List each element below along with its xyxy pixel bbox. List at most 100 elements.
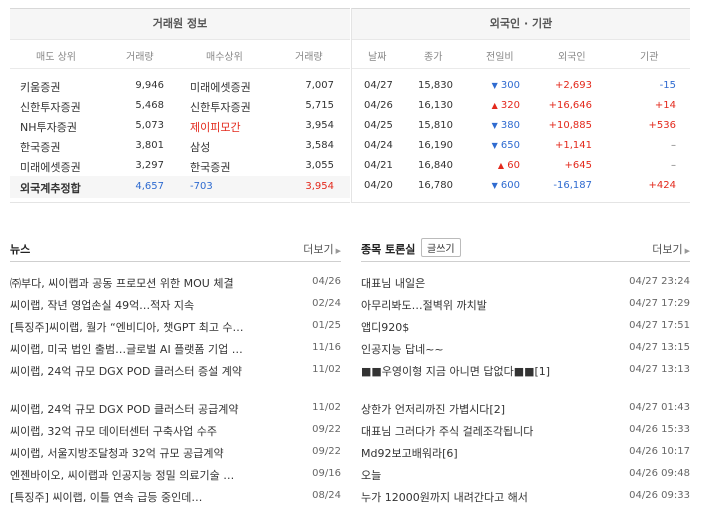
news-item-link[interactable]: [특징주] 씨이랩, 이틀 연속 급등 중인데… <box>10 489 290 505</box>
institution-net-buy: +14 <box>654 100 676 111</box>
buy-volume: 3,055 <box>305 160 334 171</box>
foreign-sell-volume: 4,657 <box>135 181 164 192</box>
board-post-link[interactable]: 앱디920$ <box>361 319 611 335</box>
board-post-link[interactable]: 대표님 내일은 <box>361 275 611 291</box>
change-value: 60 <box>507 160 520 171</box>
news-item-link[interactable]: 엔젠바이오, 씨이랩과 인공지능 정밀 의료기술 … <box>10 467 290 483</box>
board-post-link[interactable]: 대표님 그러다가 주식 걸레조각됩니다 <box>361 423 611 439</box>
foreign-buy-volume: 3,954 <box>305 181 334 192</box>
news-item-link[interactable]: 씨이랩, 24억 규모 DGX POD 클러스터 증설 계약 <box>10 363 290 379</box>
foreign-inst-row: 04/21 16,840 ▲ 60 +645 – <box>352 156 690 176</box>
foreign-inst-row: 04/20 16,780 ▼ 600 -16,187 +424 <box>352 176 690 196</box>
arrow-down-icon: ▼ <box>491 181 498 190</box>
change-cell: ▲ 320 <box>478 100 520 111</box>
news-item-link[interactable]: 씨이랩, 서울지방조달청과 32억 규모 공급계약 <box>10 445 290 461</box>
sell-broker-link[interactable]: NH투자증권 <box>20 119 77 135</box>
sell-volume: 9,946 <box>135 80 164 91</box>
board-post-link[interactable]: 아무리봐도…절벽위 까치발 <box>361 297 611 313</box>
board-post-link[interactable]: Md92보고배워라[6] <box>361 445 611 461</box>
news-item-date: 09/22 <box>312 446 341 457</box>
news-header: 뉴스 더보기 ▶ <box>10 239 341 257</box>
news-item-link[interactable]: 씨이랩, 작년 영업손실 49억…적자 지속 <box>10 297 290 313</box>
col-buy-top: 매수상위 <box>206 52 243 63</box>
date-cell: 04/21 <box>364 160 393 171</box>
foreign-institution-panel: 외국인 · 기관 날짜 종가 전일비 외국인 기관 04/27 15,830 ▼ 3… <box>351 8 690 203</box>
sell-broker-link[interactable]: 키움증권 <box>20 79 60 95</box>
foreign-net-buy: +1,141 <box>554 140 592 151</box>
foreign-inst-row: 04/26 16,130 ▲ 320 +16,646 +14 <box>352 96 690 116</box>
trader-row: 한국증권 3,801 삼성 3,584 <box>10 136 350 156</box>
change-value: 600 <box>500 180 520 191</box>
foreign-net-buy: +10,885 <box>548 120 592 131</box>
write-post-button[interactable]: 글쓰기 <box>421 238 461 257</box>
buy-broker-link[interactable]: 삼성 <box>190 139 210 155</box>
buy-broker-link[interactable]: 한국증권 <box>190 159 230 175</box>
foreign-sum-row: 외국계추정합 4,657 -703 3,954 <box>10 176 350 198</box>
institution-net-buy: +536 <box>648 120 676 131</box>
change-cell: ▼ 300 <box>478 80 520 91</box>
buy-broker-link[interactable]: 제이피모간 <box>190 119 241 135</box>
trader-row: 미래에셋증권 3,297 한국증권 3,055 <box>10 156 350 176</box>
institution-net-buy: +424 <box>648 180 676 191</box>
foreign-net-buy: +645 <box>564 160 592 171</box>
date-cell: 04/27 <box>364 80 393 91</box>
change-cell: ▲ 60 <box>478 160 520 171</box>
sell-broker-link[interactable]: 한국증권 <box>20 139 60 155</box>
date-cell: 04/26 <box>364 100 393 111</box>
news-item-date: 08/24 <box>312 490 341 501</box>
buy-broker-link[interactable]: 신한투자증권 <box>190 99 251 115</box>
foreign-inst-row: 04/24 16,190 ▼ 650 +1,141 – <box>352 136 690 156</box>
arrow-up-icon: ▲ <box>491 101 498 110</box>
buy-volume: 3,584 <box>305 140 334 151</box>
foreign-inst-row: 04/27 15,830 ▼ 300 +2,693 -15 <box>352 76 690 96</box>
board-post-link[interactable]: ■■우영이형 지금 아니면 답없다■■[1] <box>361 363 611 379</box>
board-post-link[interactable]: 상한가 언저리까진 가볍시다[2] <box>361 401 611 417</box>
board-post-date: 04/27 01:43 <box>629 402 690 413</box>
sell-broker-link[interactable]: 미래에셋증권 <box>20 159 81 175</box>
col-close: 종가 <box>424 52 443 63</box>
sell-broker-link[interactable]: 신한투자증권 <box>20 99 81 115</box>
col-institution: 기관 <box>640 52 659 63</box>
board-post-date: 04/27 13:15 <box>629 342 690 353</box>
board-post-date: 04/26 15:33 <box>629 424 690 435</box>
board-post-date: 04/27 23:24 <box>629 276 690 287</box>
close-price: 16,780 <box>418 180 453 191</box>
news-more-link[interactable]: 더보기 ▶ <box>303 241 341 257</box>
col-sell-volume: 거래량 <box>126 52 154 63</box>
institution-net-buy: -15 <box>659 80 676 91</box>
board-more-link[interactable]: 더보기 ▶ <box>652 241 690 257</box>
news-title: 뉴스 <box>10 243 31 256</box>
news-item-date: 11/02 <box>312 364 341 375</box>
close-price: 16,190 <box>418 140 453 151</box>
close-price: 15,810 <box>418 120 453 131</box>
news-item-link[interactable]: ㈜부다, 씨이랩과 공동 프로모션 위한 MOU 체결 <box>10 275 290 291</box>
board-post-date: 04/26 09:33 <box>629 490 690 501</box>
board-post-link[interactable]: 인공지능 답네~~ <box>361 341 611 357</box>
board-post-date: 04/27 17:51 <box>629 320 690 331</box>
news-item-date: 09/16 <box>312 468 341 479</box>
arrow-down-icon: ▼ <box>491 121 498 130</box>
col-change: 전일비 <box>486 52 514 63</box>
buy-broker-link[interactable]: 미래에셋증권 <box>190 79 251 95</box>
board-post-date: 04/26 09:48 <box>629 468 690 479</box>
news-list: ㈜부다, 씨이랩과 공동 프로모션 위한 MOU 체결 04/26 씨이랩, 작년 … <box>10 262 341 522</box>
date-cell: 04/25 <box>364 120 393 131</box>
col-sell-top: 매도 상위 <box>36 52 76 63</box>
news-item-link[interactable]: [특징주]씨이랩, 월가 “엔비디아, 챗GPT 최고 수… <box>10 319 290 335</box>
news-item-link[interactable]: 씨이랩, 24억 규모 DGX POD 클러스터 공급계약 <box>10 401 290 417</box>
institution-net-buy: – <box>671 140 676 151</box>
board-header: 종목 토론실 글쓰기 더보기 ▶ <box>361 236 690 258</box>
col-buy-volume: 거래량 <box>295 52 323 63</box>
close-price: 16,840 <box>418 160 453 171</box>
board-more-label: 더보기 <box>652 243 683 256</box>
sell-volume: 5,468 <box>135 100 164 111</box>
news-item-link[interactable]: 씨이랩, 미국 법인 출범…글로벌 AI 플랫폼 기업 … <box>10 341 290 357</box>
trader-info-panel: 거래원 정보 매도 상위 거래량 매수상위 거래량 키움증권 9,946 미래에셋증… <box>10 8 350 203</box>
board-list: 대표님 내일은 04/27 23:24 아무리봐도…절벽위 까치발 04/27 17:… <box>361 262 690 522</box>
news-item-date: 11/02 <box>312 402 341 413</box>
board-post-link[interactable]: 누가 12000원까지 내려간다고 해서 <box>361 489 611 505</box>
board-post-link[interactable]: 오늘 <box>361 467 611 483</box>
foreign-net-buy: +2,693 <box>554 80 592 91</box>
news-item-link[interactable]: 씨이랩, 32억 규모 데이터센터 구축사업 수주 <box>10 423 290 439</box>
news-item-date: 11/16 <box>312 342 341 353</box>
